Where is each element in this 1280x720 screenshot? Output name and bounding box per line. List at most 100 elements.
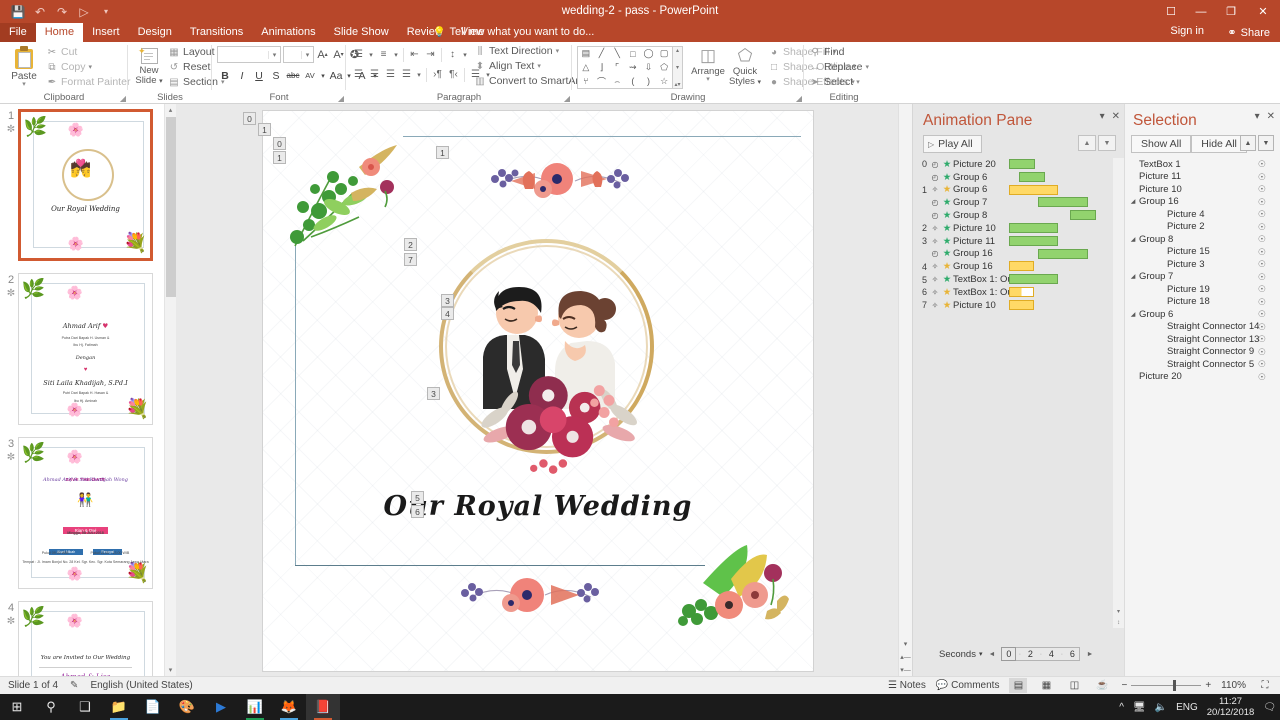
floral-bottom-right-graphic[interactable] (673, 539, 793, 649)
chevron-down-icon[interactable]: ▾ (1100, 111, 1105, 122)
comments-button[interactable]: 💬 Comments (936, 680, 1000, 691)
selection-list-item[interactable]: Picture 4 ☉ (1125, 208, 1280, 221)
thumbnail-row[interactable]: 1 ✼ 🌿 💐 🌸 🌸 💏 Our Royal Wedding (0, 104, 175, 268)
animation-timeline[interactable]: Seconds ▾ ◄ 0 · 2 · 4 · 6 ► (913, 644, 1124, 664)
chevron-down-icon[interactable]: ▾ (537, 62, 541, 70)
mouse-icon[interactable]: ✧ (929, 185, 941, 194)
animation-order-badge[interactable]: 3 (427, 387, 440, 400)
font-dialog-launcher[interactable]: ◢ (338, 94, 344, 103)
media-player-icon[interactable]: ▶ (204, 694, 238, 720)
ltr-text-icon[interactable]: ›¶ (430, 66, 445, 83)
network-icon[interactable]: 🖥 (1133, 702, 1146, 713)
visibility-eye-icon[interactable]: ☉ (1258, 197, 1266, 208)
font-size-input[interactable]: ▾ (283, 46, 314, 63)
clock-icon[interactable]: ◴ (929, 211, 941, 220)
decrease-indent-icon[interactable]: ⇤ (407, 46, 422, 63)
change-case-button[interactable]: Aa (328, 67, 344, 84)
arrange-button[interactable]: ◫ Arrange ▾ (687, 45, 729, 83)
next-slide-icon[interactable]: ▾― (899, 663, 912, 676)
animation-timing-bar[interactable] (1009, 261, 1034, 272)
language-indicator[interactable]: English (United States) (90, 680, 192, 691)
selection-list-item[interactable]: ◢ Group 8 ☉ (1125, 233, 1280, 246)
mouse-icon[interactable]: ✧ (929, 237, 941, 246)
zoom-track[interactable] (1131, 680, 1202, 691)
animation-timing-bar[interactable] (1009, 286, 1034, 297)
slide-canvas[interactable]: Our Royal Wedding 0 1 0 1 1 2 7 3 4 3 5 … (243, 111, 813, 671)
visibility-eye-icon[interactable]: ☉ (1258, 359, 1266, 370)
selection-list[interactable]: TextBox 1 ☉ Picture 11 ☉ Picture 10 ☉ ◢ Group 1… (1125, 158, 1280, 676)
justify-icon[interactable]: ☰ (399, 66, 414, 83)
paint-icon[interactable]: 🎨 (170, 694, 204, 720)
send-backward-button[interactable]: ▼ (1258, 135, 1274, 151)
selection-list-item[interactable]: TextBox 1 ☉ (1125, 158, 1280, 171)
slide-thumbnail-pane[interactable]: 1 ✼ 🌿 💐 🌸 🌸 💏 Our Royal Wedding 2 ✼ 🌿 💐 🌸 🌸 Ahmad Arif… (0, 104, 176, 676)
slide-thumbnail-3[interactable]: 🌿 💐 🌸 🌸 SAVE THE DATE Ahmad Arif & Siti Khadi… (18, 437, 153, 589)
curve-shape-icon[interactable]: ⌒ (594, 74, 610, 88)
tab-insert[interactable]: Insert (83, 23, 129, 42)
increase-font-size-button[interactable]: A ▴ (315, 46, 330, 63)
chevron-down-icon[interactable]: ▾ (1255, 111, 1260, 122)
scrollbar-thumb[interactable] (166, 117, 176, 297)
tab-animations[interactable]: Animations (252, 23, 324, 42)
visibility-eye-icon[interactable]: ☉ (1258, 159, 1266, 170)
animation-timing-bar[interactable] (1009, 159, 1035, 169)
chevron-down-icon[interactable]: ▾ (367, 46, 375, 63)
animation-timing-bar[interactable] (1009, 274, 1058, 285)
selection-list-item[interactable]: Picture 19 ☉ (1125, 283, 1280, 296)
thumbnail-pane-scrollbar[interactable]: ▴ ▾ (164, 104, 176, 676)
thumbnail-row[interactable]: 3 ✼ 🌿 💐 🌸 🌸 SAVE THE DATE Ahmad Arif & Siti Kha… (0, 432, 175, 596)
shapes-gallery[interactable]: ▤ ╱ ╲ □ ◯ ▢ △ ⌋ ⌜ ⇝ ⇩ ⬠ ⑂ ⌒ ⌢ ( ) ☆ (577, 46, 673, 89)
clock-icon[interactable]: ◴ (929, 249, 941, 258)
search-icon[interactable]: ⚲ (34, 694, 68, 720)
animation-star-icon[interactable]: ✼ (4, 288, 18, 299)
animation-list-item[interactable]: 5 ✧ ★ TextBox 1: Ou... (913, 273, 1124, 286)
excel-icon[interactable]: 📊 (238, 694, 272, 720)
visibility-eye-icon[interactable]: ☉ (1258, 297, 1266, 308)
character-spacing-button[interactable]: AV (302, 67, 318, 84)
scroll-down-icon[interactable]: ▾ (676, 64, 679, 71)
slide-title-text[interactable]: Our Royal Wedding (263, 491, 813, 522)
animation-order-badge[interactable]: 2 (404, 238, 417, 251)
paragraph-dialog-launcher[interactable]: ◢ (564, 94, 570, 103)
shadow-button[interactable]: S (268, 67, 284, 84)
chevron-down-icon[interactable]: ▾ (319, 67, 327, 84)
decrease-font-size-button[interactable]: A ▾ (331, 46, 346, 63)
left-brace-shape-icon[interactable]: ( (625, 74, 641, 88)
slide-thumbnail-1[interactable]: 🌿 💐 🌸 🌸 💏 Our Royal Wedding (18, 109, 153, 261)
animation-timing-bar[interactable] (1038, 197, 1088, 208)
tab-design[interactable]: Design (129, 23, 181, 42)
slideshow-icon[interactable]: ☕ (1093, 678, 1111, 693)
right-arrow-shape-icon[interactable]: ⇝ (625, 61, 641, 75)
chevron-down-icon[interactable]: ▾ (301, 50, 313, 59)
play-all-button[interactable]: ▷ Play All (923, 135, 982, 153)
word-icon[interactable]: 📄 (136, 694, 170, 720)
accessibility-icon[interactable]: ✎ (70, 680, 78, 691)
bold-button[interactable]: B (217, 67, 233, 84)
slide-area-scrollbar[interactable]: ▾ ▴― ▾― (898, 104, 912, 676)
more-shapes-icon[interactable]: ▴▾ (674, 81, 680, 88)
animation-timing-bar[interactable] (1009, 222, 1058, 233)
arc-shape-icon[interactable]: ⌢ (609, 74, 625, 88)
animation-order-badge[interactable]: 0 (243, 112, 256, 125)
visibility-eye-icon[interactable]: ☉ (1258, 259, 1266, 270)
show-hidden-icons-icon[interactable]: ^ (1119, 702, 1124, 713)
chevron-down-icon[interactable]: ▾ (89, 63, 93, 71)
scroll-down-icon[interactable]: ▾ (165, 664, 176, 676)
animation-list-item[interactable]: 7 ✧ ★ Picture 10 (913, 299, 1124, 312)
tell-me-box[interactable]: 💡 Tell me what you want to do... (424, 23, 603, 42)
visibility-eye-icon[interactable]: ☉ (1258, 309, 1266, 320)
clock[interactable]: 11:27 20/12/2018 (1207, 696, 1255, 718)
animation-list-item[interactable]: 2 ✧ ★ Picture 10 (913, 222, 1124, 235)
visibility-eye-icon[interactable]: ☉ (1258, 272, 1266, 283)
thumbnail-row[interactable]: 4✼🌿💐🌸🌸You are Invited to Our WeddingAhma… (0, 596, 175, 676)
tab-home[interactable]: Home (35, 23, 84, 42)
clipboard-dialog-launcher[interactable]: ◢ (120, 94, 126, 103)
chevron-down-icon[interactable]: ▾ (706, 76, 710, 83)
tab-file[interactable]: File (0, 23, 36, 42)
rtl-text-icon[interactable]: ¶‹ (446, 66, 461, 83)
animation-order-badge[interactable]: 1 (436, 146, 449, 159)
selection-list-item[interactable]: Straight Connector 14 ☉ (1125, 321, 1280, 334)
paste-button[interactable]: Paste ▾ (6, 45, 42, 89)
animation-list-item[interactable]: 1 ✧ ★ Group 6 (913, 184, 1124, 197)
replace-button[interactable]: ↔ Replace ▾ (809, 61, 869, 73)
